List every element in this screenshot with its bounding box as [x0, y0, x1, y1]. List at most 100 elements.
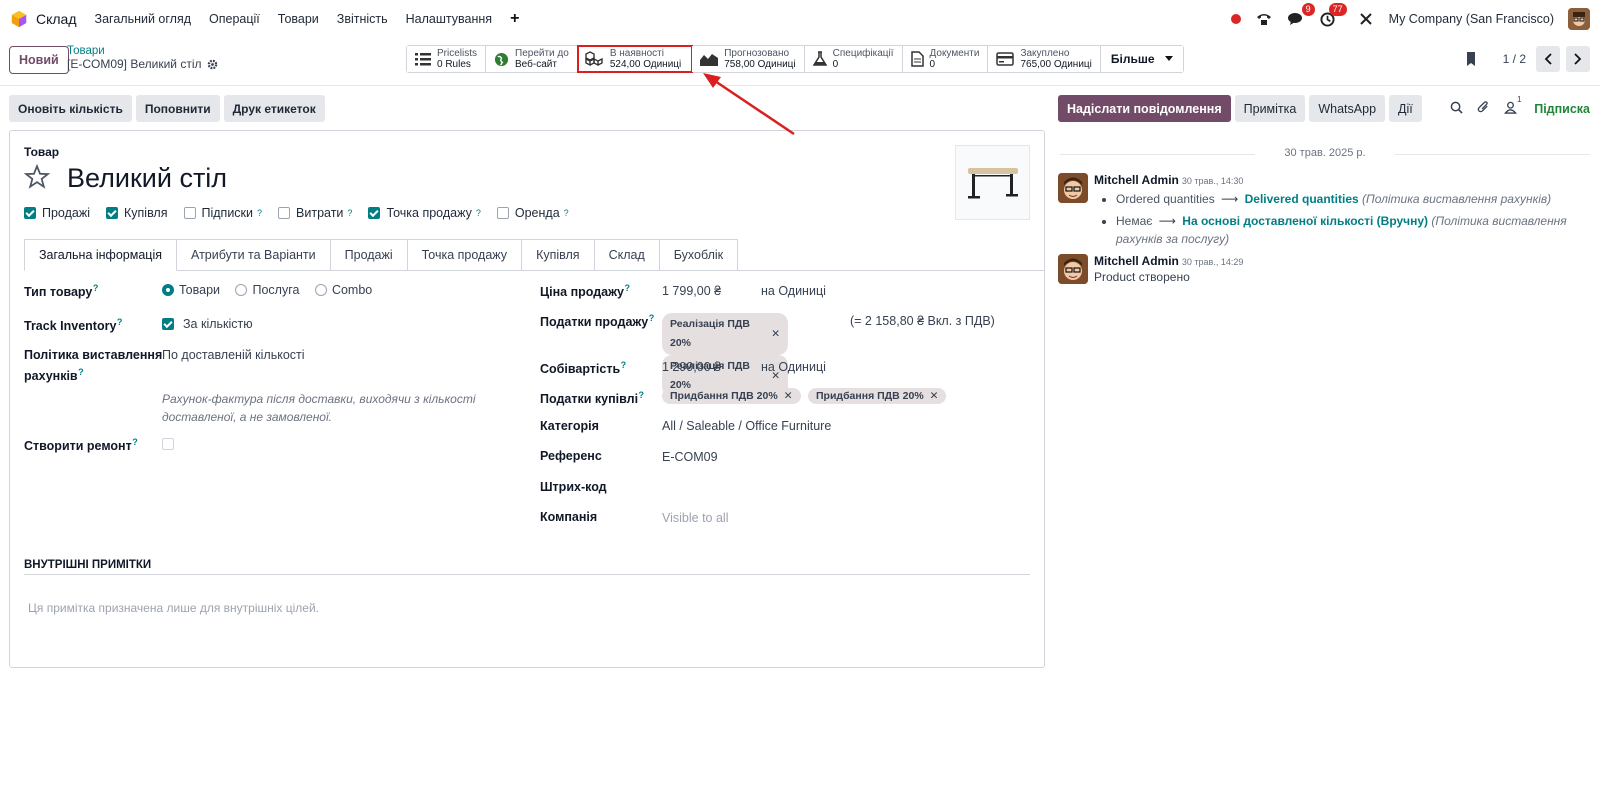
help-icon[interactable]: ? — [636, 390, 645, 400]
sale-taxes-field[interactable]: Реалізація ПДВ 20% ✕ Реалізація ПДВ 20% ✕ — [662, 313, 792, 397]
help-icon[interactable]: ? — [76, 367, 84, 377]
help-icon[interactable]: ? — [130, 437, 138, 447]
bookmark-icon[interactable] — [1465, 51, 1477, 67]
subscriptions-checkbox-box[interactable] — [183, 207, 196, 219]
menu-operations[interactable]: Операції — [209, 12, 260, 26]
track-inventory-value[interactable]: За кількістю — [183, 317, 253, 331]
purchase-tax-tag[interactable]: Придбання ПДВ 20% ✕ — [807, 388, 947, 404]
track-inventory-checkbox[interactable] — [162, 318, 174, 330]
activities-button[interactable]: Дії — [1389, 95, 1422, 122]
paperclip-icon[interactable] — [1477, 100, 1490, 114]
help-icon[interactable]: ? — [646, 313, 655, 323]
bom-smart-button[interactable]: Специфікації 0 — [804, 46, 903, 72]
create-repair-checkbox[interactable] — [162, 438, 174, 450]
invoice-policy-select[interactable]: По доставленій кількості — [162, 348, 305, 362]
print-labels-button[interactable]: Друк етикеток — [223, 95, 325, 122]
help-icon[interactable]: ? — [622, 283, 630, 293]
purchase-checkbox[interactable]: Купівля — [106, 206, 168, 220]
more-dropdown-button[interactable]: Більше — [1100, 46, 1183, 72]
followers-button[interactable]: 1 — [1504, 95, 1521, 114]
update-quantity-button[interactable]: Оновіть кількість — [9, 95, 132, 122]
replenish-button[interactable]: Поповнити — [135, 95, 220, 122]
follow-button[interactable]: Підписка — [1534, 102, 1590, 116]
internal-notes-input[interactable]: Ця примітка призначена лише для внутрішн… — [28, 601, 319, 615]
company-switcher[interactable]: My Company (San Francisco) — [1389, 12, 1554, 26]
menu-reporting[interactable]: Звітність — [337, 12, 388, 26]
product-image[interactable] — [955, 145, 1030, 220]
messages-icon[interactable]: 9 — [1287, 3, 1315, 28]
log-note-button[interactable]: Примітка — [1234, 95, 1306, 122]
help-icon[interactable]: ? — [90, 283, 99, 293]
purchased-smart-button[interactable]: Закуплено 765,00 Одиниці — [988, 46, 1101, 72]
tools-icon[interactable] — [1357, 10, 1375, 28]
activities-clock-icon[interactable]: 77 — [1319, 3, 1347, 28]
help-icon[interactable]: ? — [114, 317, 123, 327]
menu-overview[interactable]: Загальний огляд — [95, 12, 191, 26]
category-select[interactable]: All / Saleable / Office Furniture — [662, 419, 831, 433]
help-icon[interactable]: ? — [257, 208, 262, 218]
tab-general-info[interactable]: Загальна інформація — [24, 239, 177, 271]
tab-point-of-sale[interactable]: Точка продажу — [406, 239, 523, 270]
breadcrumb-parent[interactable]: Товари — [67, 45, 218, 57]
reference-input[interactable]: E-COM09 — [662, 450, 718, 464]
rental-checkbox-box[interactable] — [496, 207, 509, 219]
user-avatar[interactable] — [1568, 8, 1590, 30]
favorite-star-icon[interactable] — [24, 164, 50, 190]
gear-icon[interactable] — [207, 59, 218, 70]
remove-tag-icon[interactable]: ✕ — [771, 325, 780, 344]
menu-products[interactable]: Товари — [278, 12, 319, 26]
message-author[interactable]: Mitchell Admin — [1094, 254, 1179, 268]
rental-checkbox[interactable]: Оренда? — [496, 206, 569, 220]
product-name[interactable]: Великий стіл — [67, 163, 227, 194]
help-icon[interactable]: ? — [476, 208, 481, 218]
forecasted-smart-button[interactable]: Прогнозовано 758,00 Одиниці — [692, 46, 805, 72]
barcode-input[interactable] — [662, 480, 912, 496]
app-name[interactable]: Склад — [36, 11, 77, 27]
tab-inventory[interactable]: Склад — [593, 239, 660, 270]
remove-tag-icon[interactable]: ✕ — [784, 390, 793, 402]
radio-service-circle[interactable] — [235, 284, 248, 296]
new-button[interactable]: Новий — [9, 46, 69, 74]
whatsapp-button[interactable]: WhatsApp — [1309, 95, 1386, 122]
send-message-button[interactable]: Надіслати повідомлення — [1058, 95, 1231, 122]
tab-sales[interactable]: Продажі — [329, 239, 408, 270]
purchase-taxes-field[interactable]: Придбання ПДВ 20% ✕ Придбання ПДВ 20% ✕ — [662, 388, 950, 404]
avatar[interactable] — [1058, 254, 1088, 284]
sale-tax-tag[interactable]: Реалізація ПДВ 20% ✕ — [662, 313, 788, 355]
radio-combo-circle[interactable] — [314, 284, 327, 296]
menu-settings[interactable]: Налаштування — [406, 12, 492, 26]
sale-price-input[interactable]: 1 799,00 ₴ — [662, 284, 721, 298]
tab-accounting[interactable]: Бухоблік — [658, 239, 739, 270]
expenses-checkbox[interactable]: Витрати? — [278, 206, 352, 220]
recording-indicator-icon[interactable] — [1230, 14, 1241, 24]
app-logo-icon[interactable] — [10, 10, 28, 28]
tab-attributes-variants[interactable]: Атрибути та Варіанти — [176, 239, 331, 270]
pricelists-smart-button[interactable]: Pricelists 0 Rules — [407, 46, 487, 72]
website-smart-button[interactable]: Перейти до Веб-сайт — [486, 46, 578, 72]
cost-input[interactable]: 1 299,00 ₴ — [662, 360, 721, 374]
radio-goods-circle[interactable] — [162, 284, 174, 296]
help-icon[interactable]: ? — [618, 360, 627, 370]
pos-checkbox-box[interactable] — [368, 207, 381, 219]
add-menu-icon[interactable]: + — [510, 10, 519, 28]
tab-purchase[interactable]: Купівля — [521, 239, 595, 270]
sales-checkbox[interactable]: Продажі — [24, 206, 90, 220]
purchase-tax-tag[interactable]: Придбання ПДВ 20% ✕ — [662, 388, 801, 404]
on-hand-smart-button[interactable]: В наявності 524,00 Одиниці — [576, 45, 694, 73]
radio-goods[interactable]: Товари — [162, 283, 220, 297]
radio-service[interactable]: Послуга — [235, 283, 299, 297]
pager-previous-button[interactable] — [1536, 46, 1560, 72]
avatar[interactable] — [1058, 173, 1088, 203]
expenses-checkbox-box[interactable] — [278, 207, 291, 219]
help-icon[interactable]: ? — [564, 208, 569, 218]
help-icon[interactable]: ? — [347, 208, 352, 218]
search-icon[interactable] — [1450, 101, 1463, 114]
company-select[interactable]: Visible to all — [662, 511, 728, 525]
remove-tag-icon[interactable]: ✕ — [930, 390, 939, 402]
message-author[interactable]: Mitchell Admin — [1094, 173, 1179, 187]
documents-smart-button[interactable]: Документи 0 — [902, 46, 989, 72]
pager-value[interactable]: 1 / 2 — [1503, 52, 1526, 66]
phone-icon[interactable] — [1255, 10, 1273, 28]
pos-checkbox[interactable]: Точка продажу? — [368, 206, 481, 220]
purchase-checkbox-box[interactable] — [106, 207, 118, 219]
